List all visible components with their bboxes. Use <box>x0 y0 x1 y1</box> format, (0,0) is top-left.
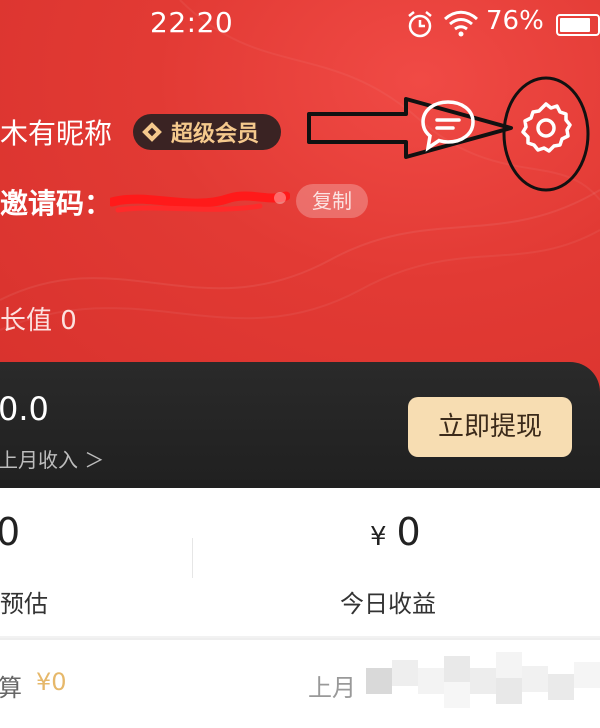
earnings-panel: 0.0 上月收入 ＞ 立即提现 <box>0 362 600 488</box>
today-earnings-value: ¥0 <box>370 510 421 554</box>
vip-badge-label: 超级会员 <box>171 122 260 147</box>
wifi-icon <box>443 10 479 37</box>
estimated-value: 0 <box>0 510 21 554</box>
stats-panel: 0 预估 ¥0 今日收益 <box>0 488 600 636</box>
currency-symbol: ¥ <box>370 522 387 552</box>
settled-label: 算 <box>0 674 22 702</box>
estimated-label: 预估 <box>0 590 48 618</box>
today-earnings-number: 0 <box>396 510 421 554</box>
withdraw-button[interactable]: 立即提现 <box>408 397 572 457</box>
settled-amount: ¥0 <box>36 668 67 696</box>
growth-value: 长值 0 <box>0 306 77 336</box>
summary-separator <box>0 638 600 640</box>
invite-code-label: 邀请码： <box>0 187 113 220</box>
copy-button[interactable]: 复制 <box>296 184 368 218</box>
nickname: 木有昵称 <box>0 117 113 150</box>
profile-header: 22:20 76% 木有昵称 超级会员 邀请码： 复制 长值 0 <box>0 0 600 400</box>
invite-code-redaction <box>110 191 290 213</box>
annotation-arrow <box>307 97 513 159</box>
vip-badge[interactable]: 超级会员 <box>133 114 281 150</box>
status-bar: 22:20 76% <box>0 0 600 48</box>
annotation-circle <box>502 76 590 192</box>
battery-percent: 76% <box>486 6 544 36</box>
balance-amount: 0.0 <box>0 390 49 428</box>
battery-icon <box>556 14 600 36</box>
vip-diamond-icon <box>142 122 162 142</box>
pixelated-redaction <box>366 652 600 708</box>
message-icon[interactable] <box>418 96 478 152</box>
alarm-icon <box>408 11 432 38</box>
today-earnings-label: 今日收益 <box>340 590 436 618</box>
last-month-income-link[interactable]: 上月收入 ＞ <box>0 444 104 473</box>
stats-divider <box>192 538 193 578</box>
status-time: 22:20 <box>150 6 234 39</box>
last-month-label: 上月 <box>308 674 356 702</box>
